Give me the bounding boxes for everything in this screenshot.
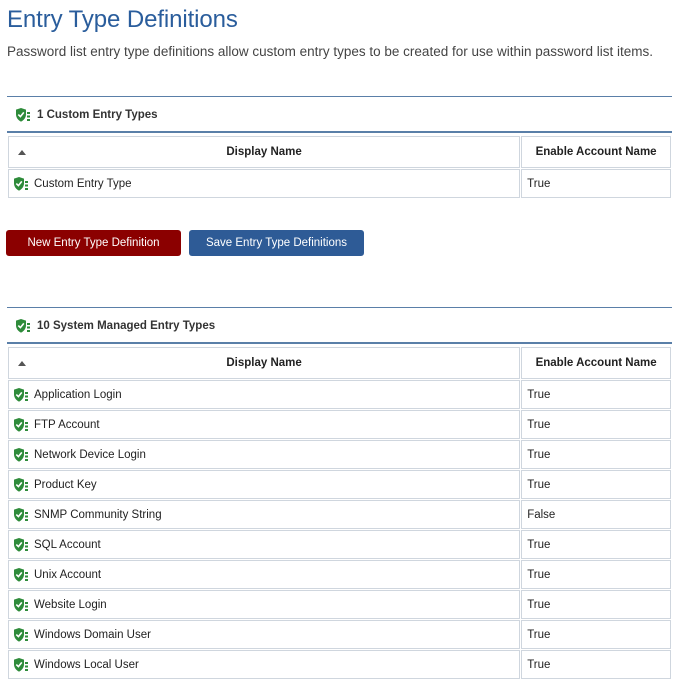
shield-check-icon <box>15 318 31 334</box>
shield-check-icon <box>13 477 29 493</box>
table-row[interactable]: Network Device Login True <box>8 440 671 469</box>
shield-check-icon <box>13 417 29 433</box>
table-row[interactable]: SNMP Community String False <box>8 500 671 529</box>
entry-type-name[interactable]: SNMP Community String <box>34 509 162 521</box>
column-header-enable-account-name[interactable]: Enable Account Name <box>521 136 671 168</box>
table-row[interactable]: Windows Local User True <box>8 650 671 679</box>
table-row[interactable]: Custom Entry Type True <box>8 169 671 198</box>
entry-type-name[interactable]: Website Login <box>34 599 107 611</box>
shield-check-icon <box>13 657 29 673</box>
entry-type-name[interactable]: Windows Domain User <box>34 629 151 641</box>
sort-asc-icon[interactable] <box>18 150 26 155</box>
enable-account-name-cell: False <box>521 500 671 529</box>
shield-check-icon <box>13 176 29 192</box>
shield-check-icon <box>13 447 29 463</box>
sort-asc-icon[interactable] <box>18 361 26 366</box>
entry-type-name[interactable]: Unix Account <box>34 569 101 581</box>
enable-account-name-cell: True <box>521 590 671 619</box>
page-title: Entry Type Definitions <box>7 6 238 33</box>
entry-type-name[interactable]: FTP Account <box>34 419 100 431</box>
custom-section-title: 1 Custom Entry Types <box>37 108 158 121</box>
table-row[interactable]: SQL Account True <box>8 530 671 559</box>
enable-account-name-cell: True <box>521 530 671 559</box>
display-name-cell[interactable]: SNMP Community String <box>8 500 521 529</box>
shield-check-icon <box>13 627 29 643</box>
entry-type-name[interactable]: Custom Entry Type <box>34 178 132 190</box>
column-header-display-name[interactable]: Display Name <box>8 347 521 379</box>
display-name-cell[interactable]: Product Key <box>8 470 521 499</box>
table-row[interactable]: Windows Domain User True <box>8 620 671 649</box>
display-name-cell[interactable]: Custom Entry Type <box>8 169 521 198</box>
display-name-cell[interactable]: SQL Account <box>8 530 521 559</box>
new-entry-type-button[interactable]: New Entry Type Definition <box>6 230 181 256</box>
entry-type-name[interactable]: Network Device Login <box>34 449 146 461</box>
enable-account-name-cell: True <box>521 410 671 439</box>
page-description: Password list entry type definitions all… <box>7 44 654 59</box>
section-divider <box>7 131 672 133</box>
display-name-cell[interactable]: Website Login <box>8 590 521 619</box>
system-entry-types-table: Display Name Enable Account Name Applica… <box>7 346 672 680</box>
custom-section-header: 1 Custom Entry Types <box>7 96 672 133</box>
entry-type-name[interactable]: Application Login <box>34 389 122 401</box>
shield-check-icon <box>15 107 31 123</box>
display-name-cell[interactable]: Unix Account <box>8 560 521 589</box>
entry-type-name[interactable]: SQL Account <box>34 539 101 551</box>
shield-check-icon <box>13 387 29 403</box>
table-row[interactable]: Product Key True <box>8 470 671 499</box>
system-section-header: 10 System Managed Entry Types <box>7 307 672 344</box>
shield-check-icon <box>13 537 29 553</box>
enable-account-name-cell: True <box>521 650 671 679</box>
enable-account-name-cell: True <box>521 470 671 499</box>
table-row[interactable]: Application Login True <box>8 380 671 409</box>
table-row[interactable]: Unix Account True <box>8 560 671 589</box>
enable-account-name-cell: True <box>521 620 671 649</box>
table-row[interactable]: Website Login True <box>8 590 671 619</box>
column-header-display-name[interactable]: Display Name <box>8 136 521 168</box>
entry-type-name[interactable]: Product Key <box>34 479 97 491</box>
save-entry-types-button[interactable]: Save Entry Type Definitions <box>189 230 364 256</box>
display-name-cell[interactable]: Windows Local User <box>8 650 521 679</box>
display-name-cell[interactable]: Windows Domain User <box>8 620 521 649</box>
display-name-cell[interactable]: Network Device Login <box>8 440 521 469</box>
enable-account-name-cell: True <box>521 169 671 198</box>
entry-type-name[interactable]: Windows Local User <box>34 659 139 671</box>
custom-entry-types-table: Display Name Enable Account Name Custom … <box>7 135 672 199</box>
enable-account-name-cell: True <box>521 560 671 589</box>
table-row[interactable]: FTP Account True <box>8 410 671 439</box>
shield-check-icon <box>13 597 29 613</box>
enable-account-name-cell: True <box>521 380 671 409</box>
system-section-title: 10 System Managed Entry Types <box>37 319 216 332</box>
column-header-enable-account-name[interactable]: Enable Account Name <box>521 347 671 379</box>
shield-check-icon <box>13 507 29 523</box>
section-divider <box>7 342 672 344</box>
display-name-cell[interactable]: Application Login <box>8 380 521 409</box>
display-name-cell[interactable]: FTP Account <box>8 410 521 439</box>
shield-check-icon <box>13 567 29 583</box>
enable-account-name-cell: True <box>521 440 671 469</box>
